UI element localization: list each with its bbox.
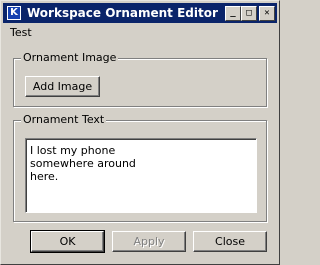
close-button[interactable]: Close xyxy=(193,231,267,252)
maximize-button[interactable]: □ xyxy=(241,6,257,21)
editor-window: K Workspace Ornament Editor _ □ ✕ Test O… xyxy=(0,0,280,265)
close-window-button[interactable]: ✕ xyxy=(259,6,275,21)
menu-test[interactable]: Test xyxy=(10,26,32,39)
window-title: Workspace Ornament Editor xyxy=(27,6,218,20)
title-bar[interactable]: K Workspace Ornament Editor _ □ ✕ xyxy=(3,3,277,23)
minimize-button[interactable]: _ xyxy=(225,6,241,21)
ornament-text-group: Ornament Text I lost my phone somewhere … xyxy=(13,113,267,222)
add-image-button[interactable]: Add Image xyxy=(25,76,100,97)
ornament-text-area[interactable]: I lost my phone somewhere around here. xyxy=(25,138,257,213)
ornament-text-legend: Ornament Text xyxy=(21,113,107,126)
app-icon[interactable]: K xyxy=(6,5,22,21)
ornament-image-legend: Ornament Image xyxy=(21,51,119,64)
ornament-image-group: Ornament Image Add Image xyxy=(13,51,267,107)
apply-button[interactable]: Apply xyxy=(112,231,186,252)
menu-bar: Test xyxy=(3,24,277,41)
ok-button[interactable]: OK xyxy=(30,230,105,253)
k-logo: K xyxy=(8,7,20,19)
